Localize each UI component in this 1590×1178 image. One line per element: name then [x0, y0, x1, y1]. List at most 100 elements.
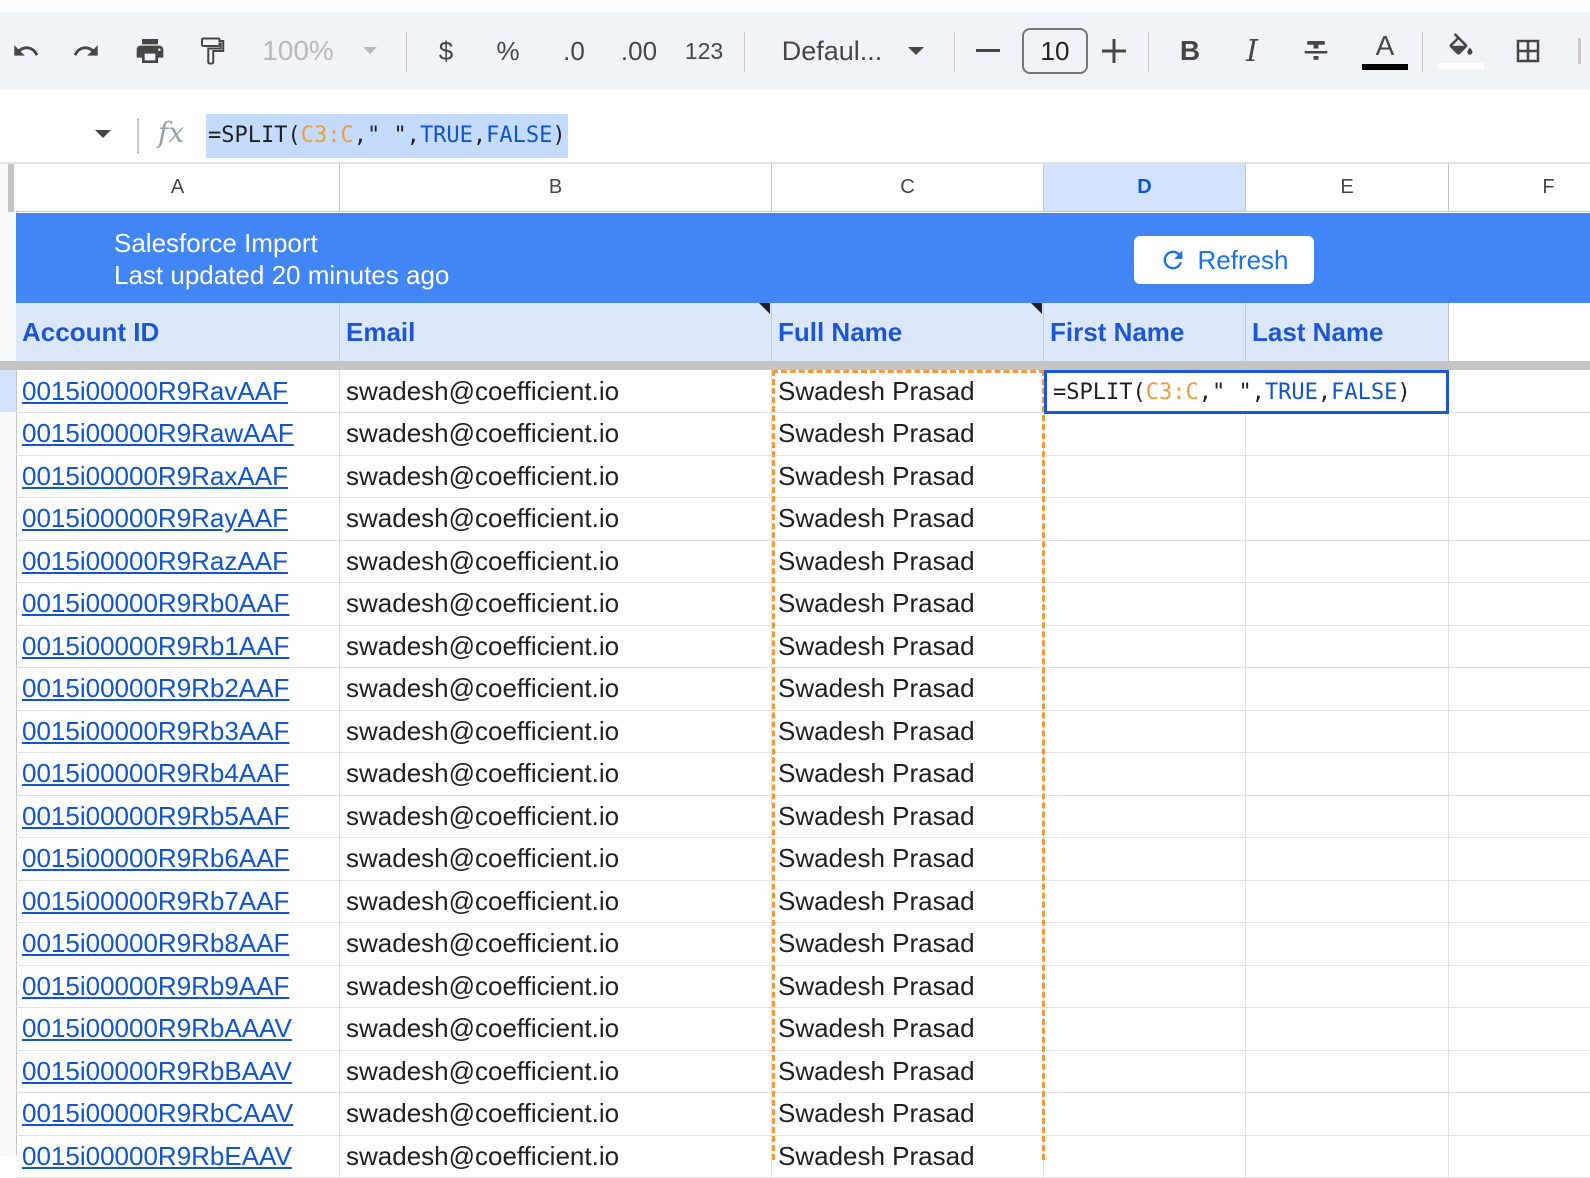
header-first-name[interactable]: First Name — [1044, 303, 1246, 361]
cell-last-name[interactable] — [1246, 455, 1449, 498]
cell-empty[interactable] — [1449, 838, 1590, 881]
text-color-button[interactable]: A — [1360, 12, 1410, 90]
cell-account-id[interactable]: 0015i00000R9RbAAAV — [16, 1007, 340, 1051]
cell-email[interactable]: swadesh@coefficient.io — [340, 497, 772, 541]
cell-empty[interactable] — [1449, 625, 1590, 668]
name-box-chevron-down-icon[interactable] — [94, 126, 112, 144]
cell-account-id[interactable]: 0015i00000R9Rb3AAF — [16, 710, 340, 753]
cell-empty[interactable] — [1449, 1050, 1590, 1093]
cell-account-id[interactable]: 0015i00000R9RawAAF — [16, 412, 340, 456]
cell-last-name[interactable] — [1246, 1007, 1449, 1051]
cell-last-name[interactable] — [1246, 795, 1449, 838]
refresh-button[interactable]: Refresh — [1134, 236, 1314, 284]
cell-first-name[interactable] — [1044, 412, 1246, 456]
cell-full-name[interactable]: Swadesh Prasad — [772, 1135, 1044, 1178]
column-header-a[interactable]: A — [16, 164, 340, 212]
cell-email[interactable]: swadesh@coefficient.io — [340, 752, 772, 796]
cell-email[interactable]: swadesh@coefficient.io — [340, 965, 772, 1008]
print-icon[interactable] — [130, 12, 170, 90]
cell-account-id[interactable]: 0015i00000R9RbCAAV — [16, 1092, 340, 1136]
cell-email[interactable]: swadesh@coefficient.io — [340, 922, 772, 966]
cell-account-id[interactable]: 0015i00000R9RavAAF — [16, 370, 340, 413]
formula-input[interactable]: =SPLIT(C3:C," ",TRUE,FALSE) — [206, 114, 568, 158]
font-family-select[interactable]: Defaul... — [772, 12, 892, 90]
zoom-select[interactable]: 100% — [258, 12, 338, 90]
cell-full-name[interactable]: Swadesh Prasad — [772, 625, 1044, 668]
cell-first-name[interactable] — [1044, 710, 1246, 753]
cell-last-name[interactable] — [1246, 710, 1449, 753]
cell-first-name[interactable] — [1044, 667, 1246, 711]
cell-last-name[interactable] — [1246, 922, 1449, 966]
cell-account-id[interactable]: 0015i00000R9RayAAF — [16, 497, 340, 541]
cell-account-id[interactable]: 0015i00000R9Rb7AAF — [16, 880, 340, 923]
cell-email[interactable]: swadesh@coefficient.io — [340, 795, 772, 838]
cell-first-name[interactable] — [1044, 540, 1246, 583]
zoom-chevron-down-icon[interactable] — [358, 12, 382, 90]
cell-account-id[interactable]: 0015i00000R9RbBAAV — [16, 1050, 340, 1093]
cell-email[interactable]: swadesh@coefficient.io — [340, 1135, 772, 1178]
paint-format-icon[interactable] — [192, 12, 232, 90]
column-header-b[interactable]: B — [340, 164, 772, 212]
cell-full-name[interactable]: Swadesh Prasad — [772, 370, 1044, 413]
cell-full-name[interactable]: Swadesh Prasad — [772, 667, 1044, 711]
decrease-font-size-icon[interactable] — [972, 12, 1004, 90]
percent-format-button[interactable]: % — [490, 12, 526, 90]
cell-empty[interactable] — [1449, 413, 1590, 456]
cell-account-id[interactable]: 0015i00000R9Rb5AAF — [16, 795, 340, 838]
cell-empty[interactable] — [1449, 1135, 1590, 1178]
cell-email[interactable]: swadesh@coefficient.io — [340, 880, 772, 923]
cell-last-name[interactable] — [1246, 412, 1449, 456]
column-header-d[interactable]: D — [1044, 164, 1246, 212]
cell-account-id[interactable]: 0015i00000R9RazAAF — [16, 540, 340, 583]
column-header-e[interactable]: E — [1246, 164, 1449, 212]
cell-first-name[interactable] — [1044, 455, 1246, 498]
cell-last-name[interactable] — [1246, 1092, 1449, 1136]
column-header-c[interactable]: C — [772, 164, 1044, 212]
cell-email[interactable]: swadesh@coefficient.io — [340, 1092, 772, 1136]
header-full-name[interactable]: Full Name — [772, 303, 1044, 361]
cell-full-name[interactable]: Swadesh Prasad — [772, 880, 1044, 923]
font-size-input[interactable]: 10 — [1022, 28, 1088, 74]
cell-first-name[interactable] — [1044, 837, 1246, 881]
redo-icon[interactable] — [66, 12, 106, 90]
cell-full-name[interactable]: Swadesh Prasad — [772, 497, 1044, 541]
cell-account-id[interactable]: 0015i00000R9Rb9AAF — [16, 965, 340, 1008]
cell-full-name[interactable]: Swadesh Prasad — [772, 412, 1044, 456]
cell-email[interactable]: swadesh@coefficient.io — [340, 1050, 772, 1093]
cell-first-name[interactable] — [1044, 497, 1246, 541]
cell-empty[interactable] — [1449, 710, 1590, 753]
cell-account-id[interactable]: 0015i00000R9RaxAAF — [16, 455, 340, 498]
header-empty-cell[interactable] — [1449, 303, 1590, 361]
cell-account-id[interactable]: 0015i00000R9Rb2AAF — [16, 667, 340, 711]
cell-last-name[interactable] — [1246, 625, 1449, 668]
cell-first-name[interactable] — [1044, 1135, 1246, 1178]
cell-first-name[interactable] — [1044, 1050, 1246, 1093]
cell-account-id[interactable]: 0015i00000R9Rb8AAF — [16, 922, 340, 966]
header-email[interactable]: Email — [340, 303, 772, 361]
cell-account-id[interactable]: 0015i00000R9Rb6AAF — [16, 837, 340, 881]
cell-empty[interactable] — [1449, 455, 1590, 498]
undo-icon[interactable] — [6, 12, 46, 90]
cell-first-name[interactable] — [1044, 752, 1246, 796]
cell-full-name[interactable]: Swadesh Prasad — [772, 1007, 1044, 1051]
cell-empty[interactable] — [1449, 583, 1590, 626]
cell-full-name[interactable]: Swadesh Prasad — [772, 965, 1044, 1008]
cell-empty[interactable] — [1449, 1093, 1590, 1136]
decrease-decimal-button[interactable]: .0 — [552, 12, 596, 90]
header-last-name[interactable]: Last Name — [1246, 303, 1449, 361]
cell-email[interactable]: swadesh@coefficient.io — [340, 540, 772, 583]
cell-first-name[interactable] — [1044, 965, 1246, 1008]
cell-last-name[interactable] — [1246, 497, 1449, 541]
italic-button[interactable]: I — [1234, 12, 1270, 90]
cell-full-name[interactable]: Swadesh Prasad — [772, 1092, 1044, 1136]
bold-button[interactable]: B — [1172, 12, 1208, 90]
cell-empty[interactable] — [1449, 880, 1590, 923]
cell-email[interactable]: swadesh@coefficient.io — [340, 412, 772, 456]
cell-last-name[interactable] — [1246, 837, 1449, 881]
cell-email[interactable]: swadesh@coefficient.io — [340, 1007, 772, 1051]
number-format-button[interactable]: 123 — [680, 12, 728, 90]
active-cell-editor[interactable]: =SPLIT(C3:C ," ", TRUE, FALSE) — [1044, 370, 1449, 414]
cell-first-name[interactable] — [1044, 795, 1246, 838]
strikethrough-icon[interactable] — [1298, 12, 1334, 90]
cell-full-name[interactable]: Swadesh Prasad — [772, 710, 1044, 753]
